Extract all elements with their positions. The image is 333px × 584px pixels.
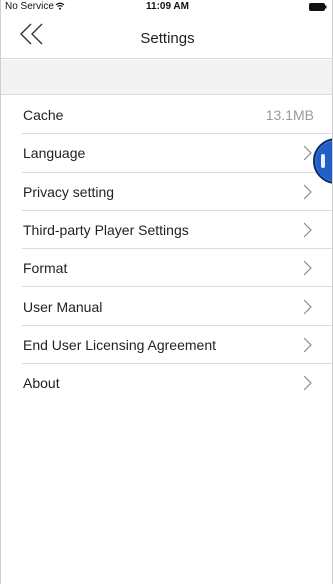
settings-row-user-manual[interactable]: User Manual xyxy=(1,287,332,327)
row-label: Language xyxy=(23,145,86,162)
settings-row-language[interactable]: Language xyxy=(1,134,332,173)
cache-size-value: 13.1MB xyxy=(265,107,314,124)
settings-row-about[interactable]: About xyxy=(1,364,332,402)
section-spacer xyxy=(1,60,332,95)
row-label: About xyxy=(23,375,60,392)
chevron-right-icon xyxy=(303,145,312,166)
row-label: Cache xyxy=(23,107,64,124)
row-label: User Manual xyxy=(23,298,103,315)
chevron-right-icon xyxy=(303,337,312,358)
chevron-right-icon xyxy=(303,299,312,320)
settings-row-cache[interactable]: Cache 13.1MB xyxy=(1,96,332,135)
settings-row-eula[interactable]: End User Licensing Agreement xyxy=(1,326,332,365)
chevron-right-icon xyxy=(303,375,312,396)
settings-row-privacy[interactable]: Privacy setting xyxy=(1,173,332,212)
status-time: 11:09 AM xyxy=(146,1,189,12)
navigation-bar: Settings xyxy=(1,15,332,59)
battery-icon xyxy=(309,3,327,14)
settings-row-third-party-player[interactable]: Third-party Player Settings xyxy=(1,211,332,250)
row-label: Format xyxy=(23,260,68,277)
row-label: Third-party Player Settings xyxy=(23,222,189,239)
row-label: Privacy setting xyxy=(23,183,115,200)
floating-button-mark xyxy=(321,154,325,168)
chevron-right-icon xyxy=(303,184,312,205)
page-title: Settings xyxy=(140,30,195,47)
status-bar: No Service 11:09 AM xyxy=(1,0,332,15)
settings-list: Cache 13.1MB Language Privacy setting Th… xyxy=(1,96,332,402)
settings-row-format[interactable]: Format xyxy=(1,249,332,288)
chevron-right-icon xyxy=(303,260,312,281)
settings-screen: No Service 11:09 AM Settings Cache 13.1M… xyxy=(0,0,333,584)
row-label: End User Licensing Agreement xyxy=(23,336,216,353)
chevron-right-icon xyxy=(303,222,312,243)
